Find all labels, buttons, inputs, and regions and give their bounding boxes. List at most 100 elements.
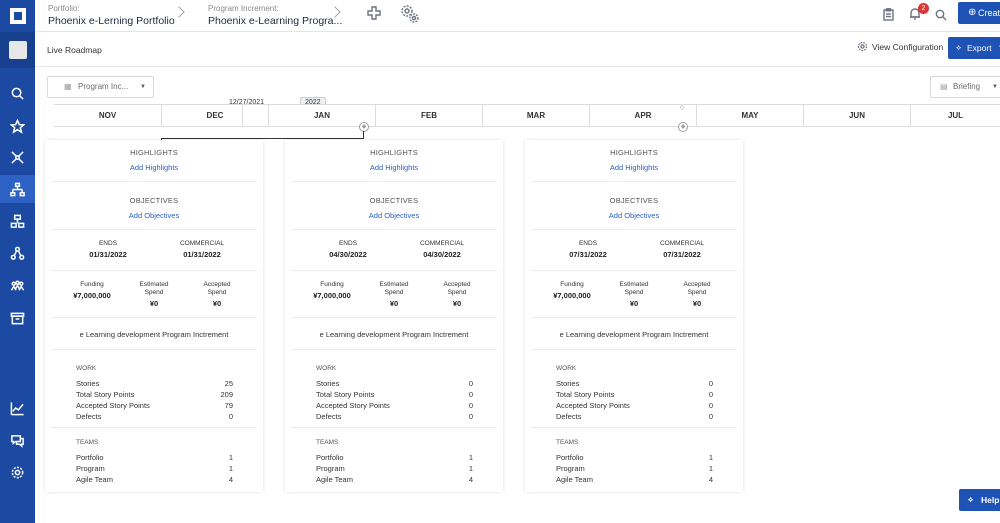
nav-org-chart-icon[interactable] (0, 207, 35, 235)
ends-field: ENDS 01/31/2022 (81, 240, 135, 259)
pi-card-1[interactable]: HIGHLIGHTS Add Highlights OBJECTIVES Add… (45, 140, 263, 492)
commercial-value: 04/30/2022 (423, 250, 461, 259)
ends-field: ENDS 04/30/2022 (321, 240, 375, 259)
briefing-value: Briefing (953, 82, 981, 91)
portfolio-count: 1 (708, 453, 713, 462)
funding-label: Funding (560, 281, 584, 288)
nav-network-icon[interactable] (0, 143, 35, 171)
pi-value[interactable]: Phoenix e-Learning Progra... (208, 15, 342, 27)
create-button[interactable]: ⊕ Create (958, 2, 1000, 24)
portfolio-label: Portfolio (316, 453, 344, 462)
program-row: Program 1 (556, 464, 713, 473)
milestone-diamond-icon[interactable]: ◆ (678, 122, 688, 132)
user-avatar-area[interactable] (0, 32, 35, 68)
breadcrumb-program-increment[interactable]: Program Increment: Phoenix e-Learning Pr… (208, 4, 342, 27)
divider (531, 181, 737, 182)
portfolio-value[interactable]: Phoenix e-Lerning Portfolio (48, 15, 175, 27)
logo-mark-icon (9, 8, 26, 24)
estimated-spend-field: Estimated Spend ¥0 (135, 281, 173, 308)
help-button[interactable]: ⟡ Help (959, 489, 1000, 511)
nav-settings-gear-icon[interactable] (0, 458, 35, 486)
nav-favorites-star-icon[interactable] (0, 112, 35, 140)
stories-row: Stories 0 (316, 379, 473, 388)
briefing-select[interactable]: ▤ Briefing ▼ (930, 76, 1000, 98)
total-story-points-value: 0 (468, 390, 473, 399)
month-jun: JUN (803, 105, 910, 126)
clipboard-icon[interactable] (883, 8, 894, 26)
divider (291, 427, 497, 428)
stories-value: 25 (224, 379, 233, 388)
agile-team-count: 4 (468, 475, 473, 484)
total-story-points-row: Total Story Points 0 (556, 390, 713, 399)
nav-team-icon[interactable] (0, 272, 35, 300)
breadcrumb-portfolio[interactable]: Portfolio: Phoenix e-Lerning Portfolio (48, 4, 175, 27)
pi-card-3[interactable]: HIGHLIGHTS Add Highlights OBJECTIVES Add… (525, 140, 743, 492)
add-objectives-link[interactable]: Add Objectives (285, 211, 503, 220)
objectives-title: OBJECTIVES (129, 196, 179, 205)
program-increment-select[interactable]: ▦ Program Inc... ▼ (47, 76, 154, 98)
settings-gears-icon[interactable] (399, 3, 421, 30)
portfolio-count: 1 (468, 453, 473, 462)
divider (291, 229, 497, 230)
accepted-story-points-label: Accepted Story Points (316, 401, 390, 410)
export-button[interactable]: ⟡ Export ▼ (948, 37, 1000, 59)
program-row: Program 1 (76, 464, 233, 473)
milestone-diamond-icon[interactable]: ◆ (359, 122, 369, 132)
app-logo[interactable] (0, 0, 35, 32)
add-plus-icon[interactable] (367, 6, 381, 25)
nav-archive-icon[interactable] (0, 304, 35, 332)
divider (51, 427, 257, 428)
left-nav (0, 0, 35, 523)
month-feb: FEB (375, 105, 482, 126)
total-story-points-row: Total Story Points 0 (316, 390, 473, 399)
divider (291, 349, 497, 350)
estimated-spend-field: Estimated Spend ¥0 (375, 281, 413, 308)
divider (51, 229, 257, 230)
avatar[interactable] (8, 41, 27, 59)
funding-value: ¥7,000,000 (553, 291, 591, 300)
agile-team-row: Agile Team 4 (316, 475, 473, 484)
help-button-label: Help (981, 495, 1000, 505)
total-story-points-label: Total Story Points (556, 390, 615, 399)
nav-chat-icon[interactable] (0, 426, 35, 454)
milestone-diamond-icon[interactable]: ◇ (677, 104, 687, 114)
nav-hierarchy-icon[interactable] (0, 175, 35, 203)
add-highlights-link[interactable]: Add Highlights (285, 163, 503, 172)
export-button-label: Export (967, 43, 992, 53)
work-title: WORK (316, 365, 337, 372)
page-subheader: Live Roadmap View Configuration ⟡ Export… (35, 32, 1000, 67)
pi-card-2[interactable]: HIGHLIGHTS Add Highlights OBJECTIVES Add… (285, 140, 503, 492)
commercial-field: COMMERCIAL 04/30/2022 (413, 240, 471, 259)
divider (531, 270, 737, 271)
nav-reports-chart-icon[interactable] (0, 394, 35, 422)
portfolio-row: Portfolio 1 (76, 453, 233, 462)
add-highlights-link[interactable]: Add Highlights (45, 163, 263, 172)
total-story-points-label: Total Story Points (76, 390, 135, 399)
ends-field: ENDS 07/31/2022 (561, 240, 615, 259)
estimated-spend-value: ¥0 (629, 299, 639, 308)
divider (531, 349, 737, 350)
search-icon[interactable] (935, 8, 947, 26)
accepted-spend-value: ¥0 (692, 299, 702, 308)
program-count: 1 (228, 464, 233, 473)
nav-search-icon[interactable] (0, 79, 35, 107)
add-objectives-link[interactable]: Add Objectives (45, 211, 263, 220)
divider (51, 270, 257, 271)
month-jul: JUL (910, 105, 1000, 126)
divider (51, 181, 257, 182)
accepted-spend-field: Accepted Spend ¥0 (678, 281, 716, 308)
nav-connections-icon[interactable] (0, 239, 35, 267)
ends-label: ENDS (98, 240, 118, 247)
view-configuration-button[interactable]: View Configuration (857, 41, 943, 52)
commercial-field: COMMERCIAL 07/31/2022 (653, 240, 711, 259)
add-highlights-link[interactable]: Add Highlights (525, 163, 743, 172)
stories-row: Stories 0 (556, 379, 713, 388)
page-title: Live Roadmap (47, 45, 102, 55)
ends-value: 04/30/2022 (329, 250, 367, 259)
create-plus-icon: ⊕ (968, 7, 977, 18)
accepted-story-points-label: Accepted Story Points (76, 401, 150, 410)
pi-select-caret-icon: ▼ (140, 84, 146, 90)
stories-row: Stories 25 (76, 379, 233, 388)
add-objectives-link[interactable]: Add Objectives (525, 211, 743, 220)
month-may: MAY (696, 105, 803, 126)
